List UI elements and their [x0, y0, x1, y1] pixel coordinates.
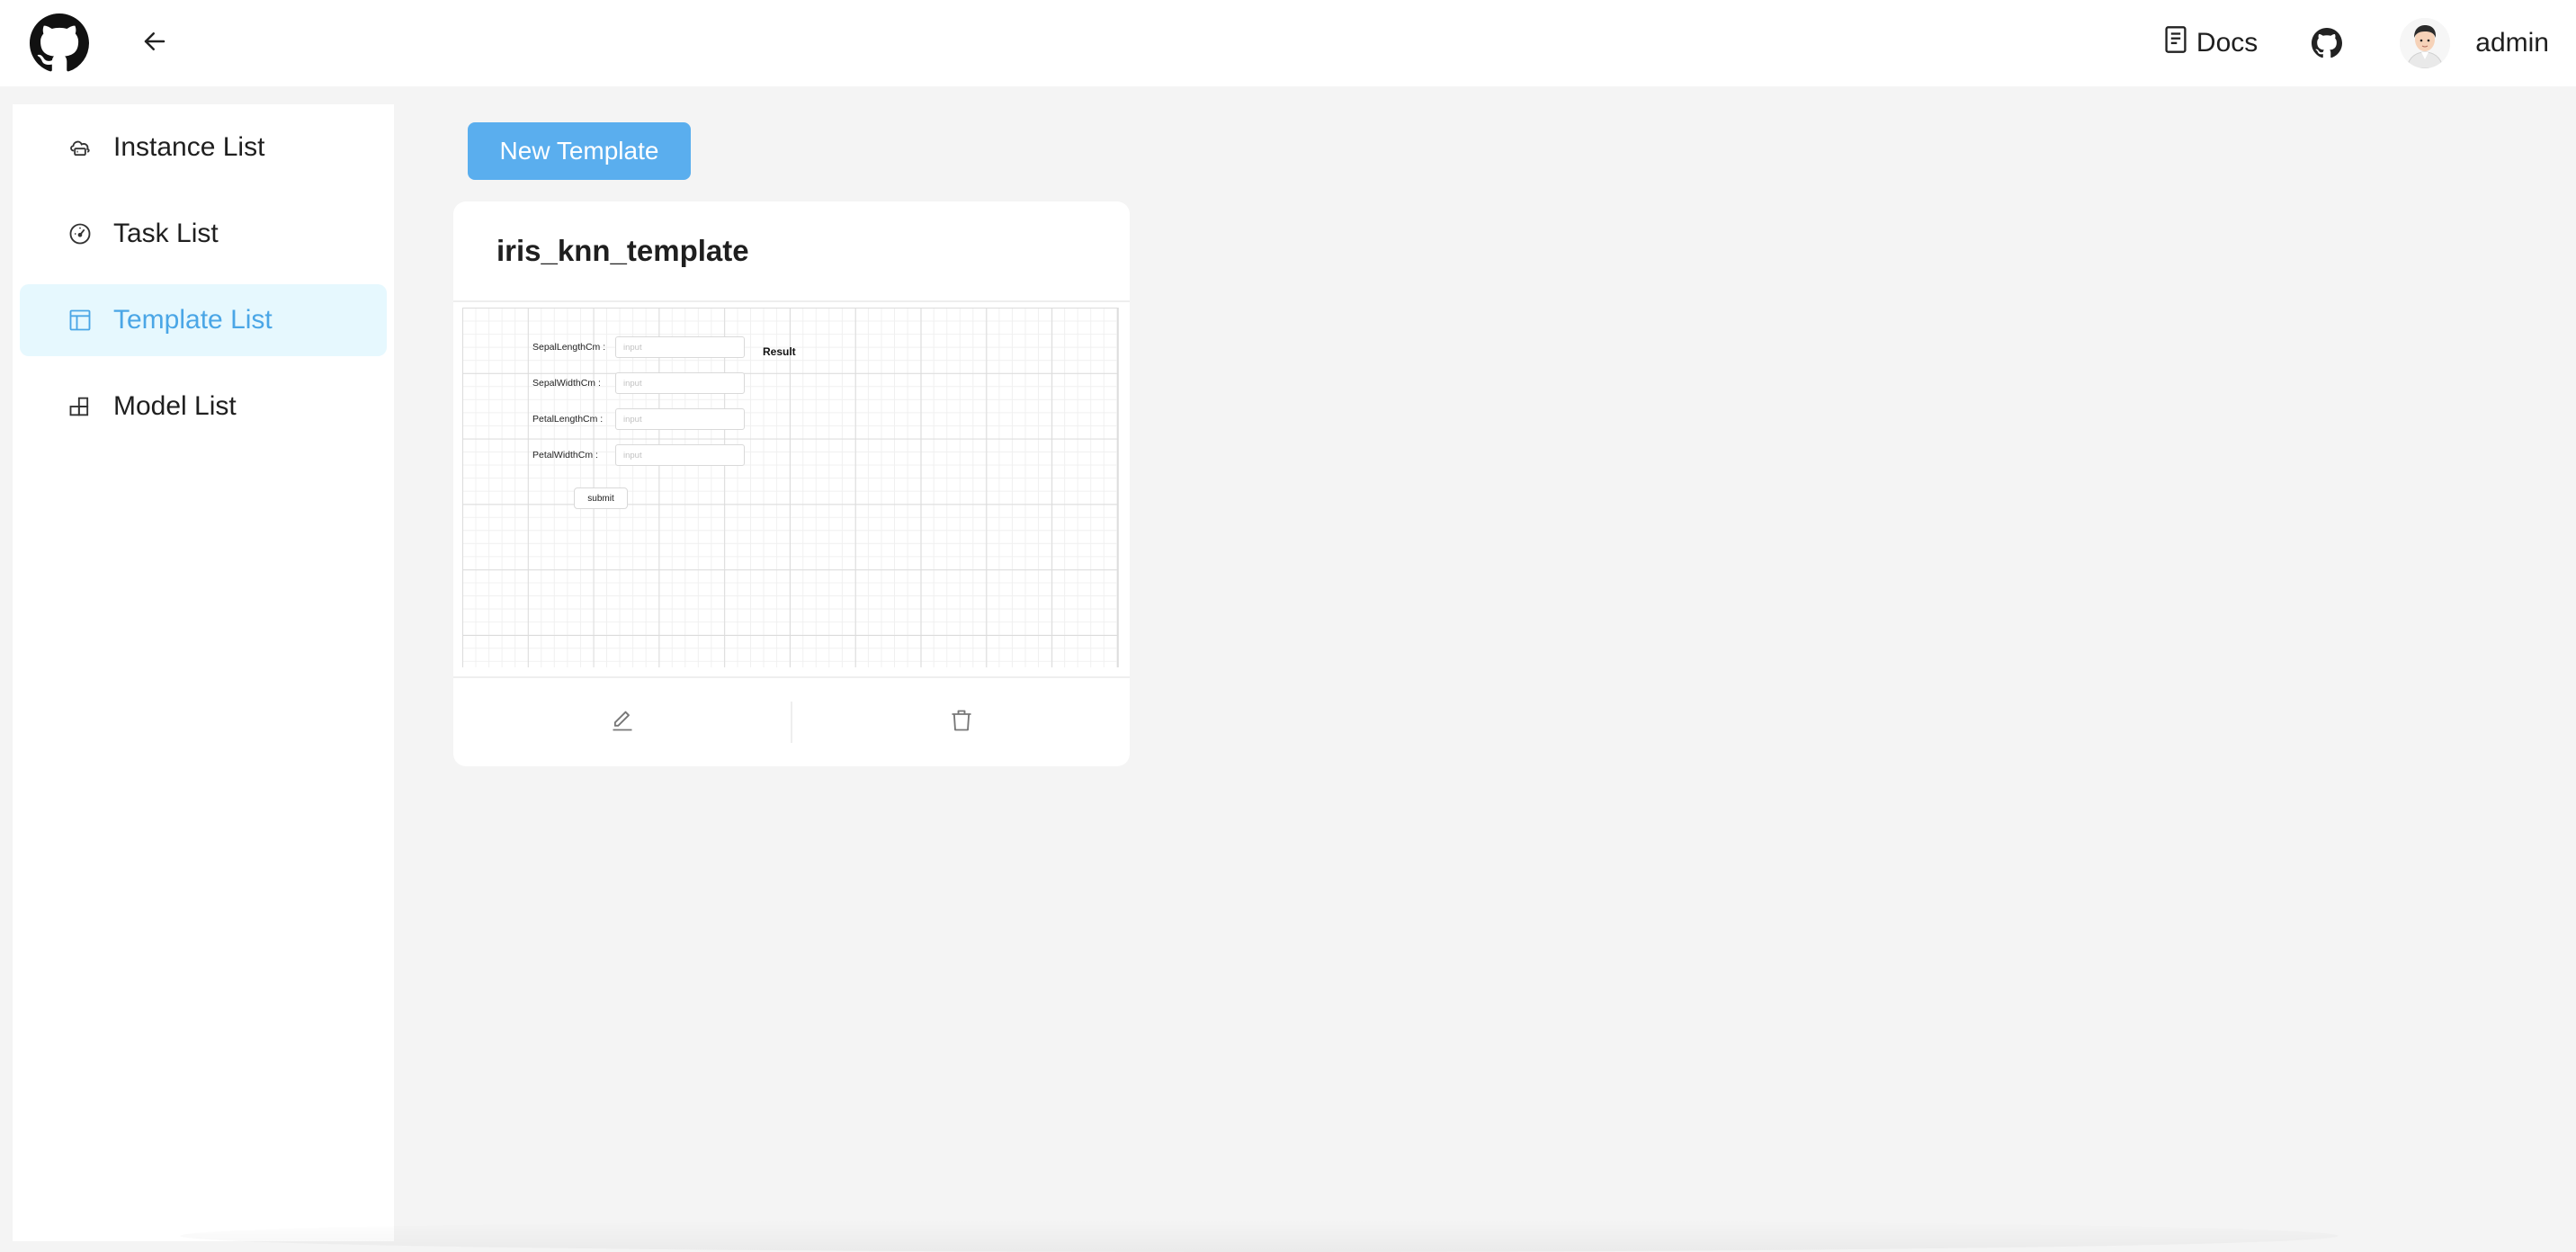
- header-actions: Docs admin: [2164, 0, 2549, 86]
- preview-field-row: PetalWidthCm : input: [532, 444, 745, 466]
- username[interactable]: admin: [2475, 28, 2549, 58]
- preview-field-row: SepalLengthCm : input: [532, 336, 745, 358]
- bottom-shadow: [180, 1220, 2339, 1252]
- top-header: Docs admin: [0, 0, 2576, 86]
- blocks-icon: [67, 393, 94, 420]
- preview-field-label: SepalLengthCm :: [532, 342, 606, 353]
- preview-input: input: [615, 336, 745, 358]
- layout-icon: [67, 307, 94, 334]
- edit-icon: [610, 708, 635, 738]
- dashboard-gauge-icon: [67, 220, 94, 247]
- delete-template-button[interactable]: [792, 678, 1130, 766]
- docs-link[interactable]: Docs: [2164, 25, 2258, 61]
- card-actions: [453, 678, 1130, 766]
- preview-field-label: SepalWidthCm :: [532, 378, 601, 389]
- preview-field-label: PetalWidthCm :: [532, 450, 598, 461]
- sidebar-item-label: Template List: [113, 305, 273, 335]
- github-logo-icon[interactable]: [29, 13, 90, 74]
- sidebar-item-template-list[interactable]: Template List: [20, 284, 387, 356]
- back-button[interactable]: [133, 22, 176, 65]
- divider: [453, 300, 1130, 302]
- preview-field-row: PetalLengthCm : input: [532, 408, 745, 430]
- sidebar-item-instance-list[interactable]: Instance List: [20, 112, 387, 183]
- preview-submit-button: submit: [574, 487, 628, 509]
- sidebar-item-label: Instance List: [113, 132, 265, 162]
- user-avatar[interactable]: [2400, 18, 2451, 68]
- document-icon: [2164, 25, 2187, 61]
- sidebar-item-label: Model List: [113, 391, 237, 421]
- github-icon[interactable]: [2310, 26, 2344, 60]
- sidebar-item-label: Task List: [113, 219, 219, 248]
- edit-template-button[interactable]: [453, 678, 791, 766]
- preview-field-row: SepalWidthCm : input: [532, 372, 745, 394]
- preview-result-label: Result: [763, 345, 796, 358]
- preview-input: input: [615, 444, 745, 466]
- preview-field-label: PetalLengthCm :: [532, 414, 604, 425]
- docs-label: Docs: [2196, 28, 2258, 58]
- sidebar: Instance List Task List Template List Mo…: [13, 104, 394, 1241]
- template-card: iris_knn_template SepalLengthCm : input …: [453, 201, 1130, 766]
- cloud-server-icon: [67, 134, 94, 161]
- preview-input: input: [615, 372, 745, 394]
- preview-input: input: [615, 408, 745, 430]
- template-title[interactable]: iris_knn_template: [496, 234, 749, 268]
- arrow-left-icon: [141, 28, 168, 59]
- sidebar-item-model-list[interactable]: Model List: [20, 371, 387, 443]
- sidebar-item-task-list[interactable]: Task List: [20, 198, 387, 270]
- template-preview[interactable]: SepalLengthCm : input SepalWidthCm : inp…: [462, 308, 1119, 667]
- trash-icon: [949, 708, 974, 738]
- new-template-button[interactable]: New Template: [468, 122, 691, 180]
